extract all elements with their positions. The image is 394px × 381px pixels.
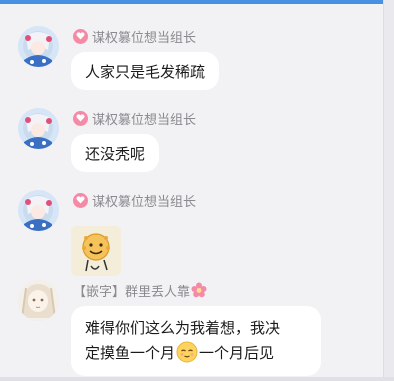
relieved-face-emoji — [176, 341, 198, 363]
message-text-line: 难得你们这么为我着想，我决 — [85, 319, 281, 337]
smiley-ball-sticker[interactable] — [71, 226, 121, 276]
message-text-line: 定摸鱼一个月 一个月后见 — [85, 341, 307, 366]
message-bubble[interactable]: 还没秃呢 — [71, 134, 160, 172]
heart-badge-icon — [73, 192, 88, 208]
heart-badge-icon — [73, 28, 88, 44]
bottom-divider — [0, 377, 394, 381]
heart-badge-icon — [73, 110, 88, 126]
message-text: 一个月后见 — [199, 344, 275, 362]
message-text: 定摸鱼一个月 — [85, 344, 176, 362]
sender-name[interactable]: 谋权篡位想当组长 — [92, 27, 196, 46]
scrollbar-track[interactable] — [383, 0, 394, 381]
sender-row: 谋权篡位想当组长 — [73, 191, 196, 210]
message-text: 人家只是毛发稀疏 — [85, 62, 206, 81]
sender-name[interactable]: 谋权篡位想当组长 — [92, 191, 196, 210]
message-bubble[interactable]: 难得你们这么为我着想，我决 定摸鱼一个月 一个月后见 — [71, 306, 321, 376]
window-top-bar — [0, 0, 394, 4]
message-text: 还没秃呢 — [85, 144, 146, 163]
sender-row: 【嵌字】群里丢人靠 — [73, 281, 207, 300]
sender-name[interactable]: 【嵌字】群里丢人靠 — [73, 281, 190, 300]
avatar[interactable] — [18, 26, 59, 67]
avatar[interactable] — [18, 108, 59, 149]
sender-row: 谋权篡位想当组长 — [73, 27, 196, 46]
sender-name[interactable]: 谋权篡位想当组长 — [92, 109, 196, 128]
sender-row: 谋权篡位想当组长 — [73, 109, 196, 128]
avatar[interactable] — [18, 280, 59, 321]
message-bubble[interactable]: 人家只是毛发稀疏 — [71, 52, 220, 90]
avatar[interactable] — [18, 190, 59, 231]
pink-flower-icon — [191, 282, 207, 298]
